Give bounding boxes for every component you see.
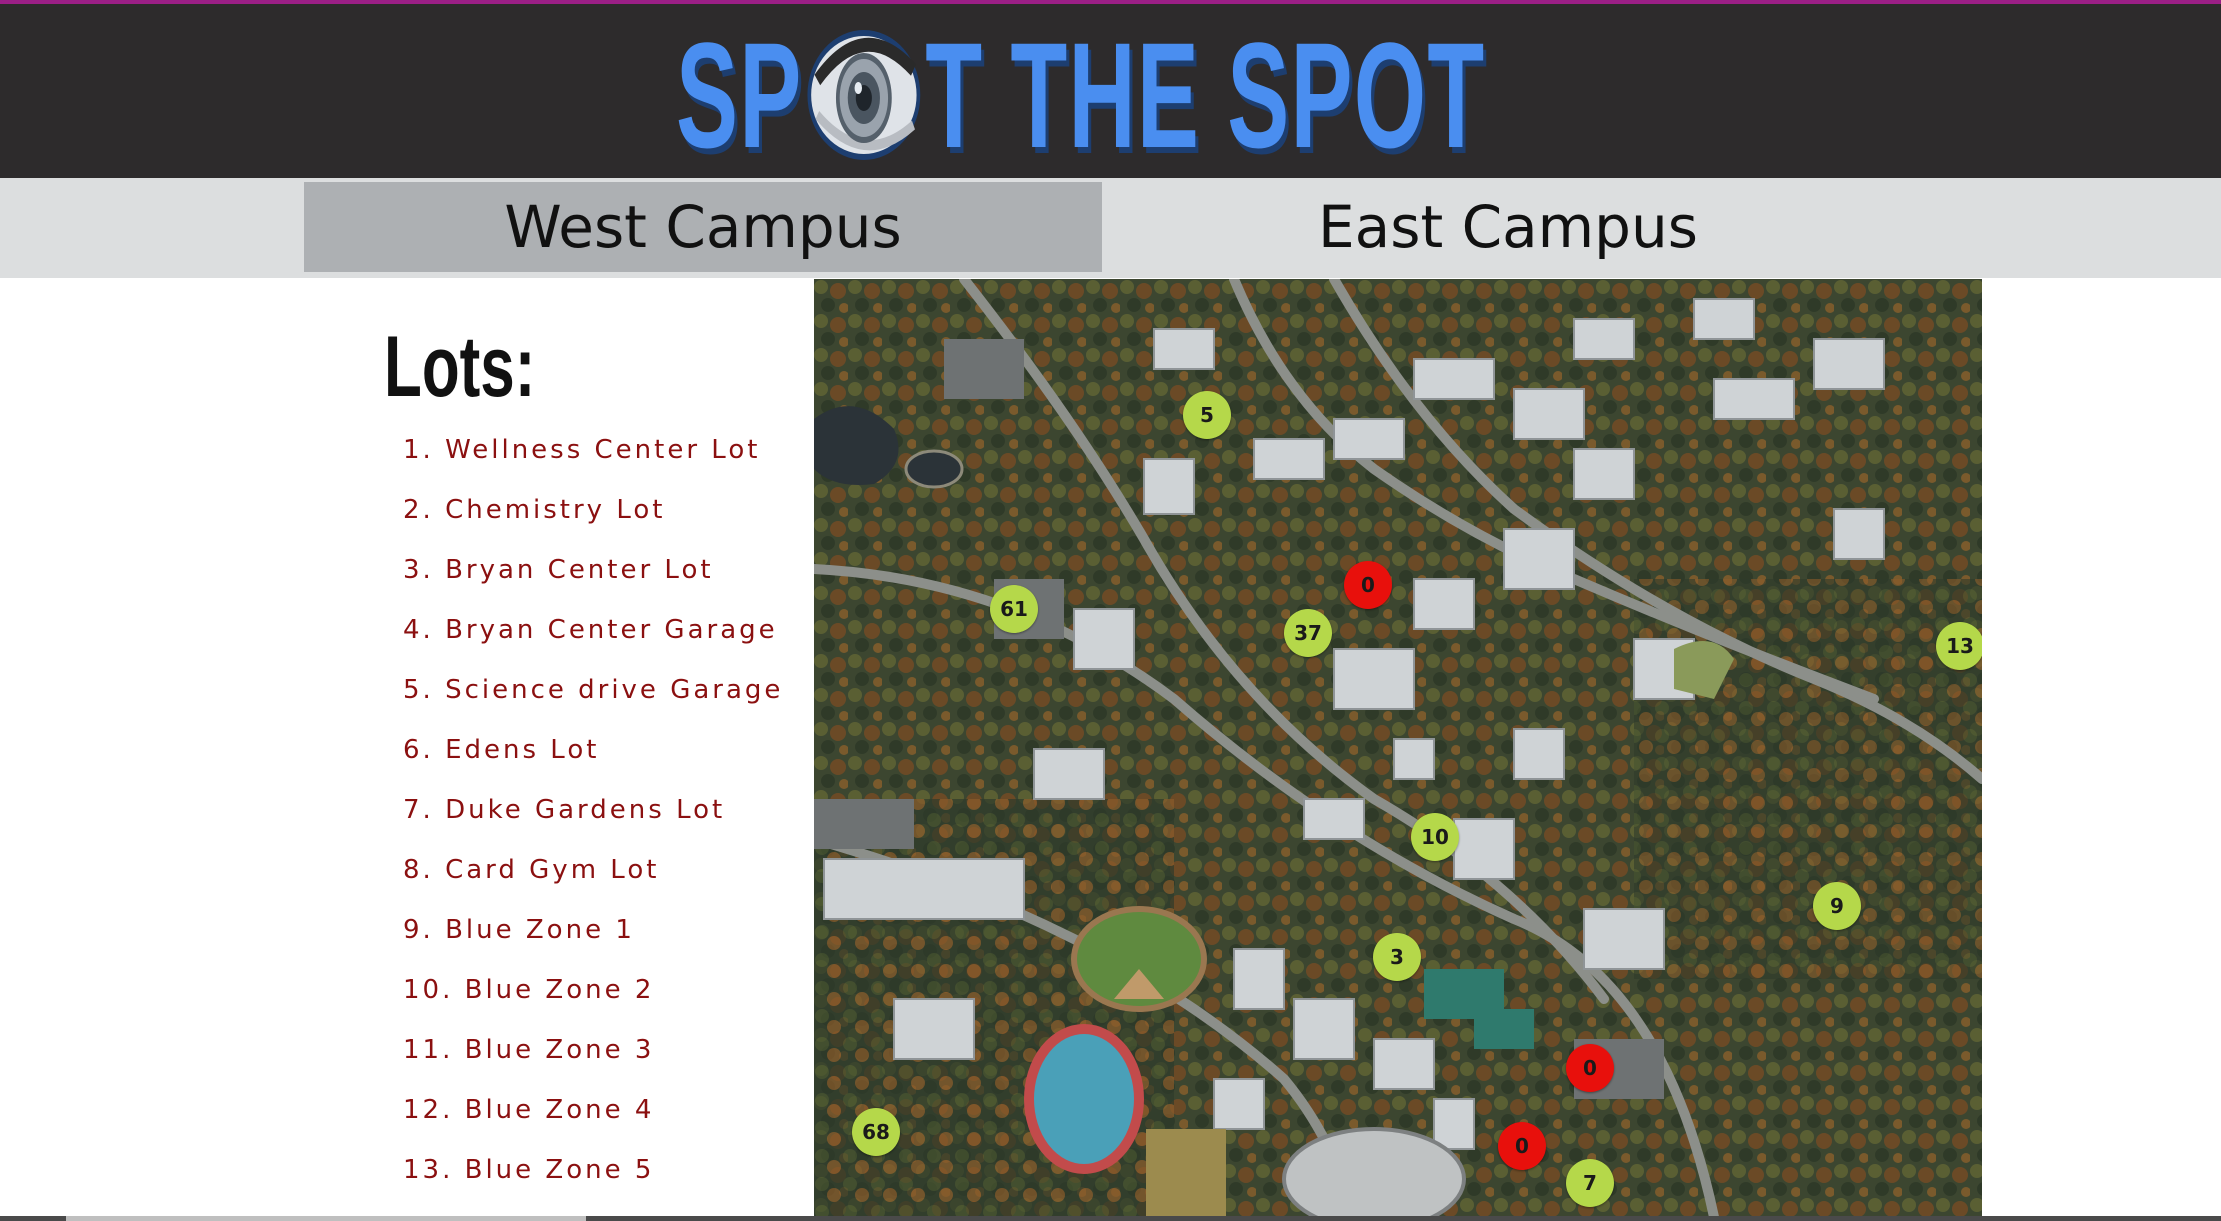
map-imagery [814, 279, 1982, 1217]
lot-list-item[interactable]: 10. Blue Zone 2 [403, 960, 783, 1020]
lot-marker-full[interactable]: 0 [1498, 1122, 1546, 1170]
lot-marker-available[interactable]: 13 [1936, 622, 1982, 670]
lot-marker-available[interactable]: 7 [1566, 1159, 1614, 1207]
lot-marker-available[interactable]: 68 [852, 1108, 900, 1156]
campus-tabs: West Campus East Campus [0, 178, 2221, 278]
lot-list-item[interactable]: 2. Chemistry Lot [403, 480, 783, 540]
lots-heading: Lots: [384, 319, 536, 415]
lot-list-item[interactable]: 1. Wellness Center Lot [403, 420, 783, 480]
lot-marker-full[interactable]: 0 [1566, 1044, 1614, 1092]
app-logo[interactable]: SP T THE SPOT [676, 20, 1485, 170]
scrollbar-thumb[interactable] [66, 1216, 586, 1221]
campus-satellite-map[interactable]: 5 0 61 37 13 10 9 3 0 68 0 7 [814, 279, 1982, 1217]
lot-marker-full[interactable]: 0 [1344, 561, 1392, 609]
lot-marker-available[interactable]: 3 [1373, 933, 1421, 981]
lot-list-item[interactable]: 5. Science drive Garage [403, 660, 783, 720]
lot-list-item[interactable]: 6. Edens Lot [403, 720, 783, 780]
lot-marker-available[interactable]: 9 [1813, 882, 1861, 930]
lot-list-item[interactable]: 8. Card Gym Lot [403, 840, 783, 900]
lot-list-item[interactable]: 13. Blue Zone 5 [403, 1140, 783, 1200]
lot-marker-available[interactable]: 37 [1284, 609, 1332, 657]
lot-marker-available[interactable]: 61 [990, 585, 1038, 633]
logo-text-start: SP [676, 11, 803, 179]
lot-marker-available[interactable]: 10 [1411, 813, 1459, 861]
lot-marker-available[interactable]: 5 [1183, 391, 1231, 439]
lot-list-item[interactable]: 3. Bryan Center Lot [403, 540, 783, 600]
eye-camera-icon [805, 20, 923, 170]
lot-list-item[interactable]: 7. Duke Gardens Lot [403, 780, 783, 840]
lot-list: 1. Wellness Center Lot 2. Chemistry Lot … [403, 420, 783, 1200]
horizontal-scrollbar[interactable] [0, 1216, 2221, 1221]
app-header: SP T THE SPOT [0, 4, 2221, 178]
lot-list-item[interactable]: 12. Blue Zone 4 [403, 1080, 783, 1140]
lot-list-item[interactable]: 11. Blue Zone 3 [403, 1020, 783, 1080]
lot-list-item[interactable]: 4. Bryan Center Garage [403, 600, 783, 660]
logo-text-end: T THE SPOT [925, 11, 1486, 179]
tab-west-campus[interactable]: West Campus [304, 182, 1102, 272]
lot-list-item[interactable]: 9. Blue Zone 1 [403, 900, 783, 960]
tab-east-campus[interactable]: East Campus [1102, 182, 1914, 272]
